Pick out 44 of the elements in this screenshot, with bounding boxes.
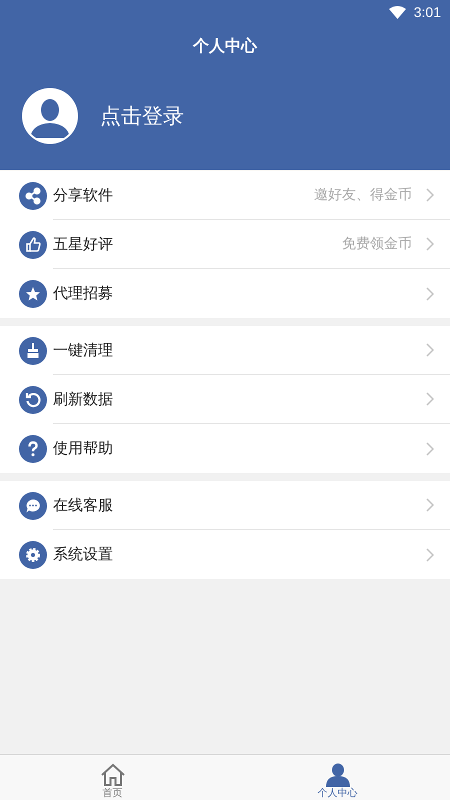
page-title: 个人中心	[193, 36, 257, 56]
menu-label: 一键清理	[53, 340, 114, 360]
menu-label: 代理招募	[53, 284, 114, 303]
menu-item[interactable]: 一键清理	[0, 326, 450, 375]
avatar-icon[interactable]	[22, 88, 78, 144]
menu-label: 刷新数据	[53, 390, 114, 408]
menu-label: 系统设置	[53, 545, 114, 564]
chevron-right-icon	[426, 188, 434, 202]
tab[interactable]: 个人中心	[225, 755, 450, 800]
tab[interactable]: 首页	[0, 755, 225, 800]
chevron-right-icon	[426, 286, 434, 300]
person-icon	[324, 763, 350, 787]
chevron-right-icon	[426, 442, 434, 456]
menu-item[interactable]: 在线客服	[0, 481, 450, 530]
menu-item[interactable]: 系统设置	[0, 530, 450, 579]
share-icon	[19, 182, 47, 210]
menu-item[interactable]: 分享软件 邀好友、得金币	[0, 171, 450, 220]
chevron-right-icon	[426, 548, 434, 562]
menu-item[interactable]: 使用帮助	[0, 424, 450, 473]
home-icon	[100, 763, 126, 787]
login-link[interactable]: 点击登录	[100, 102, 184, 130]
menu-label: 使用帮助	[53, 439, 114, 458]
refresh-icon	[19, 386, 47, 414]
menu-label: 五星好评	[53, 234, 114, 254]
menu-item[interactable]: 刷新数据	[0, 375, 450, 424]
chevron-right-icon	[426, 392, 434, 406]
help-icon	[19, 434, 47, 462]
settings-icon	[19, 540, 47, 568]
thumbs-up-icon	[19, 230, 47, 258]
menu-label: 分享软件	[53, 186, 114, 204]
menu-hint: 邀好友、得金币	[314, 186, 412, 204]
menu-item[interactable]: 五星好评 免费领金币	[0, 220, 450, 269]
wifi-icon	[388, 6, 406, 18]
broom-icon	[19, 336, 47, 364]
menu-item[interactable]: 代理招募	[0, 269, 450, 318]
menu-label: 在线客服	[53, 496, 114, 514]
chevron-right-icon	[426, 237, 434, 251]
chevron-right-icon	[426, 498, 434, 512]
tab-label: 个人中心	[318, 788, 358, 799]
tab-label: 首页	[102, 788, 122, 799]
status-time: 3:01	[414, 4, 441, 20]
chevron-right-icon	[426, 343, 434, 357]
menu-hint: 免费领金币	[342, 235, 412, 253]
chat-icon	[19, 492, 47, 520]
